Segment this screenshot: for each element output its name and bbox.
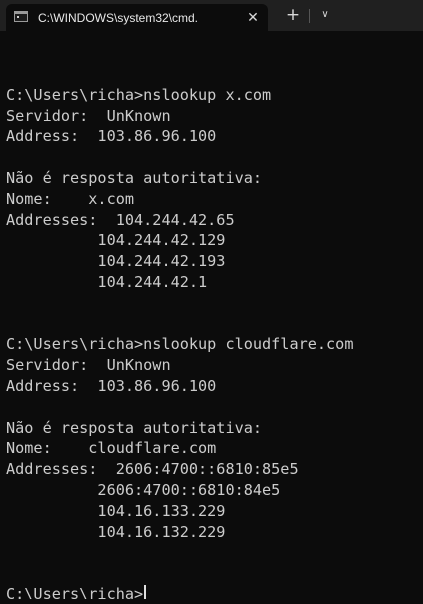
output-line: 104.16.132.229 [6, 522, 226, 541]
terminal-output[interactable]: C:\Users\richa>nslookup x.com Servidor: U… [6, 64, 417, 599]
chevron-down-icon[interactable]: ∨ [315, 5, 335, 25]
output-line: Servidor: UnKnown [6, 106, 171, 125]
output-line: Address: 103.86.96.100 [6, 376, 217, 395]
output-line: Não é resposta autoritativa: [6, 418, 263, 437]
new-tab-button[interactable]: + [281, 5, 305, 25]
output-line: Não é resposta autoritativa: [6, 168, 263, 187]
prompt-line: C:\Users\richa> [6, 584, 417, 599]
output-line: C:\Users\richa>nslookup cloudflare.com [6, 335, 354, 354]
terminal-window: C:\WINDOWS\system32\cmd. ✕ + ∨ C:\Users\… [0, 0, 423, 604]
output-line: 104.244.42.193 [6, 252, 226, 271]
tab-divider [309, 9, 310, 23]
text-cursor [144, 584, 147, 599]
tab-cmd[interactable]: C:\WINDOWS\system32\cmd. ✕ [6, 4, 268, 31]
output-line: Addresses: 104.244.42.65 [6, 210, 235, 229]
tab-bar: C:\WINDOWS\system32\cmd. ✕ + ∨ [0, 0, 423, 31]
output-line: Address: 103.86.96.100 [6, 127, 217, 146]
output-line: Addresses: 2606:4700::6810:85e5 [6, 460, 299, 479]
cmd-icon [14, 11, 28, 22]
output-line: Nome: cloudflare.com [6, 439, 217, 458]
output-line: Nome: x.com [6, 189, 135, 208]
output-line: 104.244.42.1 [6, 272, 208, 291]
output-line: Servidor: UnKnown [6, 356, 171, 375]
output-line: 104.16.133.229 [6, 501, 226, 520]
close-icon[interactable]: ✕ [244, 9, 262, 27]
output-line: C:\Users\richa>nslookup x.com [6, 85, 272, 104]
output-line: 2606:4700::6810:84e5 [6, 480, 281, 499]
output-line: 104.244.42.129 [6, 231, 226, 250]
tab-title: C:\WINDOWS\system32\cmd. [38, 11, 199, 25]
